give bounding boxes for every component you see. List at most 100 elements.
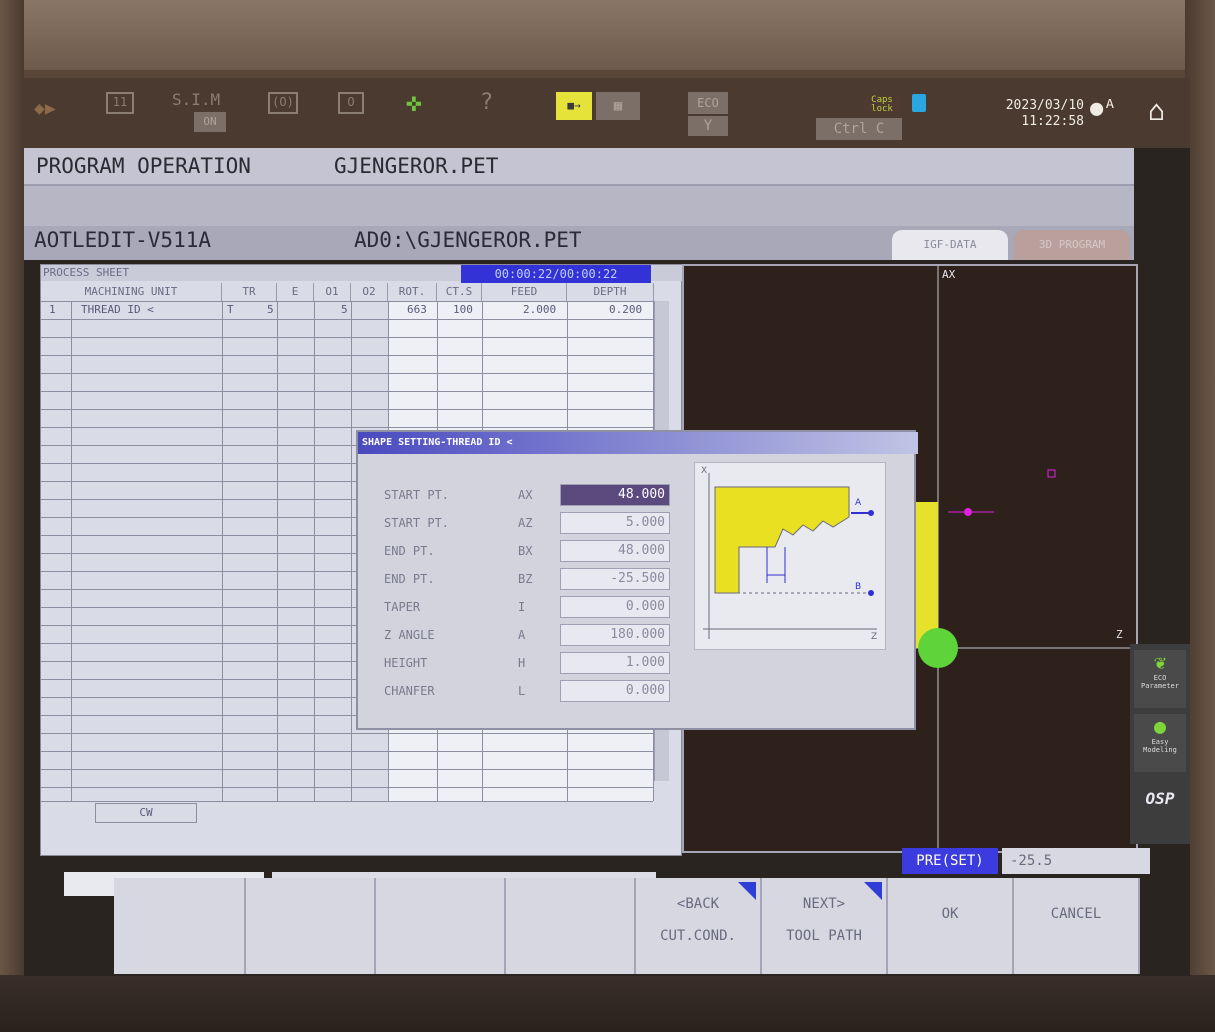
input-value-field[interactable]: -25.5 xyxy=(1002,848,1150,874)
document-icon[interactable] xyxy=(912,94,926,112)
thread-diagram: A B X Z xyxy=(694,462,886,650)
row-tr: T xyxy=(227,303,234,316)
tab-3d-program[interactable]: 3D PROGRAM xyxy=(1014,230,1130,260)
osp-logo: OSP xyxy=(1145,789,1175,808)
eco-parameter-button[interactable]: ❦ ECO Parameter xyxy=(1134,650,1186,708)
time-label: 11:22:58 xyxy=(1021,114,1084,129)
easy-modeling-button[interactable]: ● Easy Modeling xyxy=(1134,714,1186,772)
back-cut-cond-button[interactable]: <BACK CUT.COND. xyxy=(636,878,762,974)
fkey-2[interactable] xyxy=(246,878,376,974)
title-bar-lower xyxy=(24,186,1134,226)
field-label: END PT. xyxy=(384,544,435,558)
corner-triangle-icon xyxy=(738,882,756,900)
col-tr: TR xyxy=(222,283,277,301)
field-address: AX xyxy=(518,488,533,502)
col-rot: ROT. xyxy=(388,283,437,301)
status-bar: ◆▶ 11 S.I.M ON (O) O ✜ ? ■→ ▦ ECO Y Caps… xyxy=(24,78,1190,148)
home-icon[interactable]: ⌂ xyxy=(1148,94,1165,127)
end-pt-bz-input[interactable]: -25.500 xyxy=(560,568,670,590)
row-e: 5 xyxy=(267,303,274,316)
move-icon[interactable]: ✜ xyxy=(406,88,422,118)
end-pt-bx-input[interactable]: 48.000 xyxy=(560,540,670,562)
col-o1: O1 xyxy=(314,283,351,301)
svg-text:B: B xyxy=(855,582,861,592)
cancel-label: CANCEL xyxy=(1050,906,1102,922)
fkey-3[interactable] xyxy=(376,878,506,974)
editor-bar: AOTLEDIT-V511A AD0:\GJENGEROR.PET IGF-DA… xyxy=(24,226,1134,260)
thread-diagram-svg: A B X Z xyxy=(701,466,877,642)
user-icon[interactable]: ●ᴬ xyxy=(1090,96,1117,121)
function-key-bar: <BACK CUT.COND. NEXT> TOOL PATH OK CANCE… xyxy=(64,878,1190,976)
number-icon[interactable]: 11 xyxy=(106,92,134,114)
tab-igf-data[interactable]: IGF-DATA xyxy=(892,230,1008,260)
field-label: CHANFER xyxy=(384,684,435,698)
ctrl-box: Ctrl C xyxy=(816,118,902,140)
field-address: L xyxy=(518,684,526,698)
start-pt-az-input[interactable]: 5.000 xyxy=(560,512,670,534)
field-address: BZ xyxy=(518,572,533,586)
cycle-timer: 00:00:22/00:00:22 xyxy=(461,265,651,283)
start-pt-ax-input[interactable]: 48.000 xyxy=(560,484,670,506)
field-label: END PT. xyxy=(384,572,435,586)
monitor-bezel-bottom xyxy=(0,975,1215,1032)
preset-label: PRE(SET) xyxy=(902,848,998,874)
tool-path-label: TOOL PATH xyxy=(786,928,862,944)
cnc-screen: ◆▶ 11 S.I.M ON (O) O ✜ ? ■→ ▦ ECO Y Caps… xyxy=(24,78,1190,976)
fkey-4[interactable] xyxy=(506,878,636,974)
cancel-button[interactable]: CANCEL xyxy=(1014,878,1140,974)
single-block-icon[interactable]: ■→ xyxy=(556,92,592,120)
origin-marker xyxy=(918,628,958,668)
leaf-icon: ❦ xyxy=(1153,650,1167,674)
field-label: HEIGHT xyxy=(384,656,428,670)
eco-y-box: Y xyxy=(688,116,728,136)
help-icon[interactable]: ? xyxy=(480,90,493,115)
axis-z-label: Z xyxy=(1116,628,1123,641)
field-label: START PT. xyxy=(384,488,450,502)
cut-cond-label: CUT.COND. xyxy=(660,928,736,944)
sim-box: ON xyxy=(194,112,226,132)
date-label: 2023/03/10 xyxy=(1005,98,1084,113)
col-depth: DEPTH xyxy=(567,283,654,301)
row-rot: 663 xyxy=(407,303,427,316)
field-label: TAPER xyxy=(384,600,421,614)
field-label: START PT. xyxy=(384,516,450,530)
field-address: AZ xyxy=(518,516,533,530)
corner-triangle-icon xyxy=(864,882,882,900)
row-number: 1 xyxy=(49,303,56,316)
svg-text:A: A xyxy=(855,498,862,508)
row-cts: 100 xyxy=(453,303,473,316)
caps-lock-indicator: Caps lock xyxy=(864,96,900,114)
record-icon[interactable]: O xyxy=(338,92,364,114)
eco-parameter-label: ECO Parameter xyxy=(1141,674,1179,690)
block-skip-icon[interactable]: ▦ xyxy=(596,92,640,120)
eco-label[interactable]: ECO xyxy=(688,92,728,114)
col-machining-unit: MACHINING UNIT xyxy=(41,283,222,301)
monitor-bezel-left xyxy=(0,0,24,1032)
program-name: GJENGEROR.PET xyxy=(334,154,499,178)
height-input[interactable]: 1.000 xyxy=(560,652,670,674)
row-feed: 2.000 xyxy=(523,303,557,316)
end-point-marker xyxy=(1047,469,1056,478)
field-address: I xyxy=(518,600,526,614)
next-tool-path-button[interactable]: NEXT> TOOL PATH xyxy=(762,878,888,974)
chamfer-input[interactable]: 0.000 xyxy=(560,680,670,702)
side-icon-panel: ❦ ECO Parameter ● Easy Modeling OSP xyxy=(1130,644,1190,844)
field-address: A xyxy=(518,628,526,642)
field-label: Z ANGLE xyxy=(384,628,435,642)
taper-input[interactable]: 0.000 xyxy=(560,596,670,618)
camera-icon[interactable]: (O) xyxy=(268,92,298,114)
z-angle-input[interactable]: 180.000 xyxy=(560,624,670,646)
rotation-direction: CW xyxy=(95,803,197,823)
field-address: BX xyxy=(518,544,533,558)
col-o2: O2 xyxy=(351,283,388,301)
dialog-title: SHAPE SETTING-THREAD ID < xyxy=(358,432,918,454)
title-bar: PROGRAM OPERATION GJENGEROR.PET xyxy=(24,148,1134,186)
col-feed: FEED xyxy=(482,283,567,301)
mode-label: S.I.M xyxy=(172,90,221,109)
col-e: E xyxy=(277,283,314,301)
field-address: H xyxy=(518,656,526,670)
easy-modeling-label: Easy Modeling xyxy=(1143,738,1177,754)
fkey-1[interactable] xyxy=(114,878,246,974)
ok-label: OK xyxy=(941,906,959,922)
ok-button[interactable]: OK xyxy=(888,878,1014,974)
